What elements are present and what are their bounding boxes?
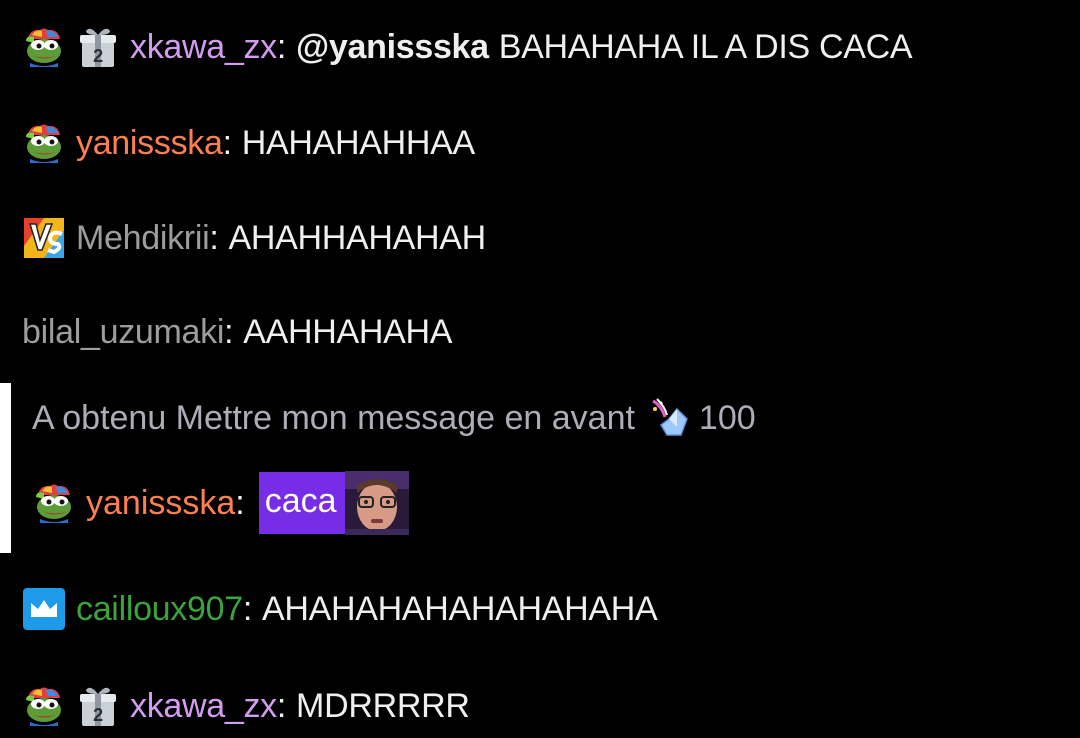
chat-text: HAHAHAHHAA xyxy=(241,123,475,162)
chat-separator: : xyxy=(276,686,287,725)
highlight-note-text: A obtenu Mettre mon message en avant xyxy=(32,398,635,437)
chat-text: AHAHAHAHAHAHAHAHA xyxy=(261,589,658,628)
chat-username[interactable]: cailloux907 xyxy=(76,590,243,629)
chat-message[interactable]: Mehdikrii: AHAHHAHAHAH xyxy=(22,212,486,264)
channel-points-icon xyxy=(647,395,693,441)
chat-mention[interactable]: @yanissska xyxy=(296,28,489,67)
chat-message[interactable]: cailloux907: AHAHAHAHAHAHAHAHA xyxy=(22,583,658,635)
chat-username[interactable]: bilal_uzumaki xyxy=(22,313,224,352)
gift-2-icon[interactable] xyxy=(76,684,120,728)
pepe-rainbow-icon[interactable] xyxy=(22,121,66,165)
chat-message[interactable]: yanissska: HAHAHAHHAA xyxy=(22,117,475,169)
chat-text: AHAHHAHAHAH xyxy=(228,218,487,257)
chat-username[interactable]: xkawa_zx xyxy=(130,28,277,67)
chat-text: AAHHAHAHA xyxy=(243,312,453,351)
chat-separator: : xyxy=(276,27,287,66)
chat-message[interactable]: xkawa_zx: MDRRRRR xyxy=(22,680,470,732)
highlighted-message[interactable]: A obtenu Mettre mon message en avant 100… xyxy=(0,383,1080,553)
chat-text: BAHAHAHA IL A DIS CACA xyxy=(498,27,913,66)
highlight-cost: 100 xyxy=(698,398,756,437)
chat-text: MDRRRRR xyxy=(296,686,470,725)
chat-log: xkawa_zx: @yanissska BAHAHAHA IL A DIS C… xyxy=(0,0,1080,738)
pepe-rainbow-icon[interactable] xyxy=(22,25,66,69)
crown-icon[interactable] xyxy=(22,587,66,631)
highlight-note: A obtenu Mettre mon message en avant 100 xyxy=(32,395,756,441)
chat-username[interactable]: xkawa_zx xyxy=(130,687,277,726)
chat-separator: : xyxy=(242,589,252,628)
chat-username[interactable]: yanissska xyxy=(76,124,223,163)
chat-separator: : xyxy=(235,483,245,522)
chat-separator: : xyxy=(209,218,219,257)
chat-message[interactable]: bilal_uzumaki: AAHHAHAHA xyxy=(22,306,452,358)
chat-message[interactable]: xkawa_zx: @yanissska BAHAHAHA IL A DIS C… xyxy=(22,21,913,73)
highlight-bar xyxy=(0,383,11,553)
pepe-rainbow-icon[interactable] xyxy=(22,684,66,728)
pepe-rainbow-icon[interactable] xyxy=(32,481,76,525)
vs-badge-icon[interactable] xyxy=(22,216,66,260)
face-emote[interactable] xyxy=(345,471,409,535)
chat-separator: : xyxy=(222,123,232,162)
chat-separator: : xyxy=(224,312,234,351)
chat-username[interactable]: yanissska xyxy=(86,484,235,523)
chat-username[interactable]: Mehdikrii xyxy=(76,219,210,258)
highlight-text-pill: caca xyxy=(258,472,345,534)
chat-message[interactable]: yanissska: caca xyxy=(32,471,409,535)
gift-2-icon[interactable] xyxy=(76,25,120,69)
